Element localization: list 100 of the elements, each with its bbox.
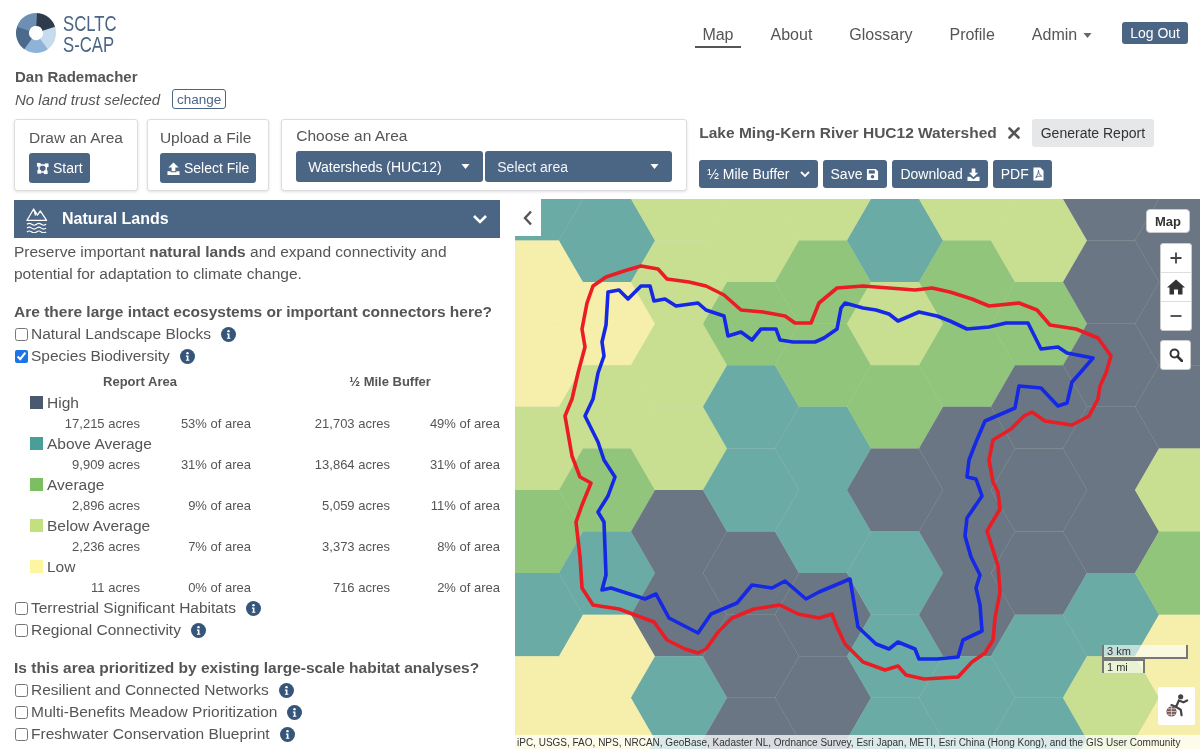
upload-icon [166,161,180,175]
area-dropdown[interactable]: Select area [485,151,673,182]
caret-icon [650,164,660,169]
layer-label: Natural Landscape Blocks [31,325,212,343]
card-title: Draw an Area [29,128,123,148]
area-dropdown[interactable]: Watersheds (HUC12) [296,151,484,182]
legend-label: Low [47,557,76,576]
search-icon [1168,348,1183,362]
attribution-text: iPC, USGS, FAO, NPS, NRCAN, GeoBase, Kadaster NL, Ordnance Survey, Esri Japan, METI, Esri China (Hong Kong), and the GIS User Community [517,736,1181,748]
card-title: Upload a File [159,128,252,148]
acres-value: 5,059 acres [322,497,390,513]
section-header[interactable]: Natural Lands [14,200,500,238]
download-icon [966,167,980,181]
layer-label: Multi-Benefits Meadow Prioritization [31,703,278,721]
acres-value: 2,896 acres [72,497,140,513]
acres-value: 13,864 acres [314,456,390,472]
percent-value: 0% of area [188,579,251,595]
info-icon[interactable] [246,600,262,616]
land-trust-status: No land trust selected [15,90,161,108]
mountains-water-icon [25,205,48,233]
generate-report-button[interactable]: Generate Report [1031,119,1155,147]
column-header: Report Area [103,373,177,389]
card-title: Choose an Area [296,126,408,146]
save-button[interactable]: Save [822,160,888,188]
acres-value: 21,703 acres [314,415,390,431]
layer-checkbox[interactable] [15,601,28,615]
caret-icon [461,164,471,169]
legend-label: Average [47,475,105,494]
info-icon[interactable] [190,622,206,638]
percent-value: 31% of area [180,456,251,472]
scale-bar: 1 mi [1102,659,1145,673]
zoom-out-icon[interactable] [1170,314,1182,318]
acres-value: 2,236 acres [72,538,140,554]
start-button[interactable]: Start [29,153,90,183]
nav-link[interactable]: Profile [942,22,1002,48]
section-description: Preserve important natural lands and expand connectivity and potential for adaptation to climate change. [14,242,448,284]
scale-bar: 3 km [1102,645,1188,659]
user-name: Dan Rademacher [15,67,138,87]
select-file-button[interactable]: Select File [159,153,257,183]
person-button[interactable] [1158,687,1195,725]
nav-link[interactable]: About [763,22,820,48]
person-icon [1164,693,1189,719]
info-icon[interactable] [278,682,294,698]
nav-link[interactable]: Admin [1024,22,1100,48]
pdf-file-icon [1032,167,1044,181]
info-icon[interactable] [221,326,237,342]
layer-label: Regional Connectivity [31,621,181,639]
layer-checkbox[interactable] [15,683,28,697]
basemap-button[interactable]: Map [1146,209,1190,233]
area-title: Lake Ming-Kern River HUC12 Watershed [699,124,997,142]
pdf-button[interactable]: PDF [992,160,1052,188]
search-button[interactable] [1160,340,1191,370]
zoom-in-icon[interactable] [1170,252,1182,264]
layer-checkbox[interactable] [15,623,28,637]
chevron-down-icon [799,170,810,178]
percent-value: 2% of area [437,579,500,595]
layer-checkbox[interactable] [15,327,28,341]
percent-value: 8% of area [437,538,500,554]
acres-value: 17,215 acres [64,415,140,431]
nav-link[interactable]: Map [695,22,741,48]
percent-value: 53% of area [180,415,251,431]
layer-checkbox[interactable] [15,349,28,363]
info-icon[interactable] [179,348,195,364]
percent-value: 11% of area [430,497,500,513]
legend-label: High [47,393,79,412]
section-title: Natural Lands [62,210,169,228]
acres-value: 9,909 acres [72,456,140,472]
acres-value: 3,373 acres [322,538,390,554]
change-button[interactable]: change [172,89,227,109]
legend-label: Below Average [47,516,151,535]
logo-text: SCLTC [63,13,117,34]
chevron-left-icon [523,209,533,226]
info-icon[interactable] [287,704,303,720]
logo-icon [15,12,57,54]
acres-value: 716 acres [332,579,390,595]
percent-value: 49% of area [429,415,500,431]
layer-label: Terrestrial Significant Habitats [31,599,237,617]
column-header: ½ Mile Buffer [349,373,431,389]
home-icon[interactable] [1167,279,1185,295]
info-icon[interactable] [279,726,295,742]
percent-value: 9% of area [188,497,251,513]
percent-value: 31% of area [429,456,500,472]
draw-shape-icon [36,161,49,175]
question-heading: Is this area prioritized by existing large-scale habitat analyses? [14,658,480,678]
logout-button[interactable]: Log Out [1122,22,1188,44]
question-heading: Are there large intact ecosystems or important connectors here? [14,302,493,322]
logo-text: S-CAP [63,34,115,55]
caret-icon [1083,32,1093,38]
layer-label: Freshwater Conservation Blueprint [31,725,270,743]
layer-checkbox[interactable] [15,705,28,719]
close-icon[interactable] [1007,127,1020,139]
legend-label: Above Average [47,434,152,453]
layer-checkbox[interactable] [15,727,28,741]
nav-link[interactable]: Glossary [842,22,920,48]
acres-value: 11 acres [91,579,140,595]
layer-label: Species Biodiversity [31,347,170,365]
download-button[interactable]: Download [892,160,988,188]
layer-label: Resilient and Connected Networks [31,681,269,699]
percent-value: 7% of area [188,538,251,554]
buffer-dropdown[interactable]: ½ Mile Buffer [699,160,818,188]
